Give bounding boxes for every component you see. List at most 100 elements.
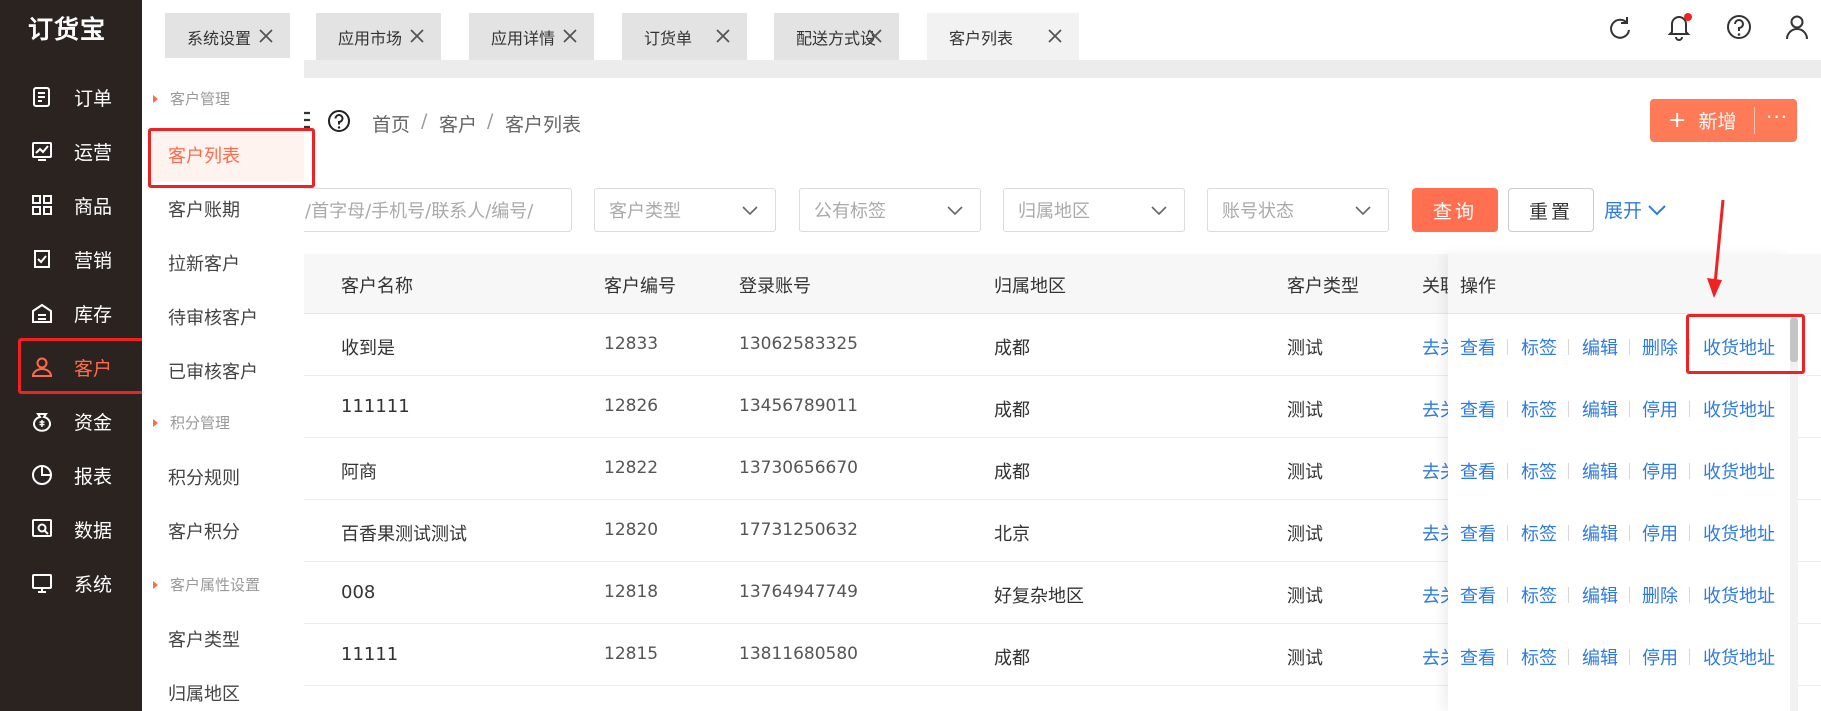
shipping-address-link[interactable]: 收货地址 — [1703, 644, 1775, 670]
close-icon[interactable] — [865, 26, 885, 46]
tag-link[interactable]: 标签 — [1521, 582, 1557, 608]
public-tag-select[interactable]: 公有标签 — [799, 188, 981, 232]
tag-link[interactable]: 标签 — [1521, 644, 1557, 670]
help-icon[interactable] — [1724, 12, 1754, 42]
group-label: 客户属性设置 — [170, 576, 261, 594]
tab-order-sheet[interactable]: 订货单 — [622, 13, 747, 60]
close-icon[interactable] — [407, 26, 427, 46]
customer-type-select[interactable]: 客户类型 — [594, 188, 776, 232]
submenu-item-customer-points[interactable]: 客户积分 — [168, 518, 240, 544]
view-link[interactable]: 查看 — [1460, 644, 1496, 670]
submenu-item-pending-review[interactable]: 待审核客户 — [168, 304, 258, 330]
cell-login-account: 13764947749 — [739, 582, 858, 602]
shipping-address-link[interactable]: 收货地址 — [1703, 334, 1775, 360]
shipping-address-link[interactable]: 收货地址 — [1703, 396, 1775, 422]
col-login-account: 登录账号 — [739, 276, 811, 297]
tab-app-market[interactable]: 应用市场 — [316, 13, 441, 60]
sidebar-item-inventory[interactable]: 库存 — [20, 286, 150, 340]
badge-check-icon — [34, 250, 50, 268]
breadcrumb-customer[interactable]: 客户 — [439, 110, 477, 137]
disable-link[interactable]: 停用 — [1642, 396, 1678, 422]
expand-filters-button[interactable]: 展开 — [1604, 196, 1668, 223]
shipping-address-link[interactable]: 收货地址 — [1703, 520, 1775, 546]
submenu-item-points-rules[interactable]: 积分规则 — [168, 464, 240, 490]
plus-icon: + — [1668, 108, 1687, 133]
edit-link[interactable]: 编辑 — [1582, 458, 1618, 484]
sidebar-item-customers[interactable]: 客户 — [20, 340, 150, 394]
submenu-item-customer-credit[interactable]: 客户账期 — [168, 196, 240, 222]
app-root: 系统设置 应用市场 应用详情 订货单 配送方式设 客户列表 首页 / 客户 / … — [0, 0, 1821, 711]
sidebar-item-system[interactable]: 系统 — [20, 556, 150, 610]
op-separator — [1629, 463, 1630, 479]
more-actions-icon[interactable]: ··· — [1766, 105, 1788, 129]
disable-link[interactable]: 停用 — [1642, 644, 1678, 670]
refresh-icon[interactable] — [1606, 14, 1634, 42]
sidebar-item-funds[interactable]: 资金 — [20, 394, 150, 448]
tag-link[interactable]: 标签 — [1521, 396, 1557, 422]
disable-link[interactable]: 停用 — [1642, 458, 1678, 484]
submenu-item-region[interactable]: 归属地区 — [168, 680, 240, 706]
view-link[interactable]: 查看 — [1460, 520, 1496, 546]
sidebar-item-reports[interactable]: 报表 — [20, 448, 150, 502]
tab-system-settings[interactable]: 系统设置 — [165, 13, 290, 60]
shipping-address-link[interactable]: 收货地址 — [1703, 582, 1775, 608]
view-link[interactable]: 查看 — [1460, 582, 1496, 608]
sidebar-item-products[interactable]: 商品 — [20, 178, 150, 232]
close-icon[interactable] — [1045, 26, 1065, 46]
close-icon[interactable] — [560, 26, 580, 46]
close-icon[interactable] — [256, 26, 276, 46]
op-separator — [1507, 401, 1508, 417]
query-button[interactable]: 查询 — [1412, 188, 1498, 232]
tab-bar: 系统设置 应用市场 应用详情 订货单 配送方式设 客户列表 — [142, 0, 1821, 60]
edit-link[interactable]: 编辑 — [1582, 396, 1618, 422]
op-separator — [1568, 587, 1569, 603]
tab-app-detail[interactable]: 应用详情 — [469, 13, 594, 60]
chevron-down-icon — [1355, 206, 1371, 216]
tab-delivery-method[interactable]: 配送方式设 — [774, 13, 899, 60]
cell-region: 好复杂地区 — [994, 586, 1084, 607]
edit-link[interactable]: 编辑 — [1582, 334, 1618, 360]
sidebar-item-label: 运营 — [74, 141, 113, 164]
edit-link[interactable]: 编辑 — [1582, 520, 1618, 546]
bell-icon[interactable] — [1664, 10, 1694, 42]
cell-region: 成都 — [994, 338, 1030, 359]
tag-link[interactable]: 标签 — [1521, 334, 1557, 360]
view-link[interactable]: 查看 — [1460, 334, 1496, 360]
tag-link[interactable]: 标签 — [1521, 520, 1557, 546]
view-link[interactable]: 查看 — [1460, 458, 1496, 484]
table-scrollbar[interactable] — [1790, 314, 1798, 711]
group-label: 积分管理 — [170, 414, 231, 432]
edit-link[interactable]: 编辑 — [1582, 582, 1618, 608]
breadcrumb-home[interactable]: 首页 — [372, 110, 410, 137]
help-circle-icon[interactable] — [326, 108, 352, 134]
reset-button[interactable]: 重置 — [1508, 188, 1594, 232]
sidebar-item-marketing[interactable]: 营销 — [20, 232, 150, 286]
sidebar-item-data[interactable]: 数据 — [20, 502, 150, 556]
view-link[interactable]: 查看 — [1460, 396, 1496, 422]
sidebar-item-label: 库存 — [74, 303, 113, 326]
region-select[interactable]: 归属地区 — [1003, 188, 1185, 232]
submenu-item-customer-list[interactable]: 客户列表 — [168, 142, 240, 168]
op-separator — [1629, 339, 1630, 355]
sidebar-item-orders[interactable]: 订单 — [20, 70, 150, 124]
sidebar-item-operations[interactable]: 运营 — [20, 124, 150, 178]
search-input[interactable]: /首字母/手机号/联系人/编号/ — [290, 188, 572, 232]
user-profile-icon[interactable] — [1782, 12, 1812, 42]
delete-link[interactable]: 删除 — [1642, 334, 1678, 360]
tab-customer-list[interactable]: 客户列表 — [927, 13, 1079, 60]
tag-link[interactable]: 标签 — [1521, 458, 1557, 484]
shipping-address-link[interactable]: 收货地址 — [1703, 458, 1775, 484]
account-status-select[interactable]: 账号状态 — [1207, 188, 1389, 232]
submenu-item-customer-type[interactable]: 客户类型 — [168, 626, 240, 652]
scrollbar-thumb[interactable] — [1790, 318, 1798, 362]
add-customer-button[interactable]: + 新增 ··· — [1650, 99, 1797, 142]
disable-link[interactable]: 停用 — [1642, 520, 1678, 546]
delete-link[interactable]: 删除 — [1642, 582, 1678, 608]
submenu-item-new-customer[interactable]: 拉新客户 — [168, 250, 240, 276]
edit-link[interactable]: 编辑 — [1582, 644, 1618, 670]
tab-label: 订货单 — [644, 28, 693, 48]
close-icon[interactable] — [713, 26, 733, 46]
main-sidebar: 订货宝 订单 运营 商品 营销 库存 客户 资金 报表 数据 系统 — [0, 0, 142, 711]
op-separator — [1629, 401, 1630, 417]
submenu-item-reviewed[interactable]: 已审核客户 — [168, 358, 258, 384]
